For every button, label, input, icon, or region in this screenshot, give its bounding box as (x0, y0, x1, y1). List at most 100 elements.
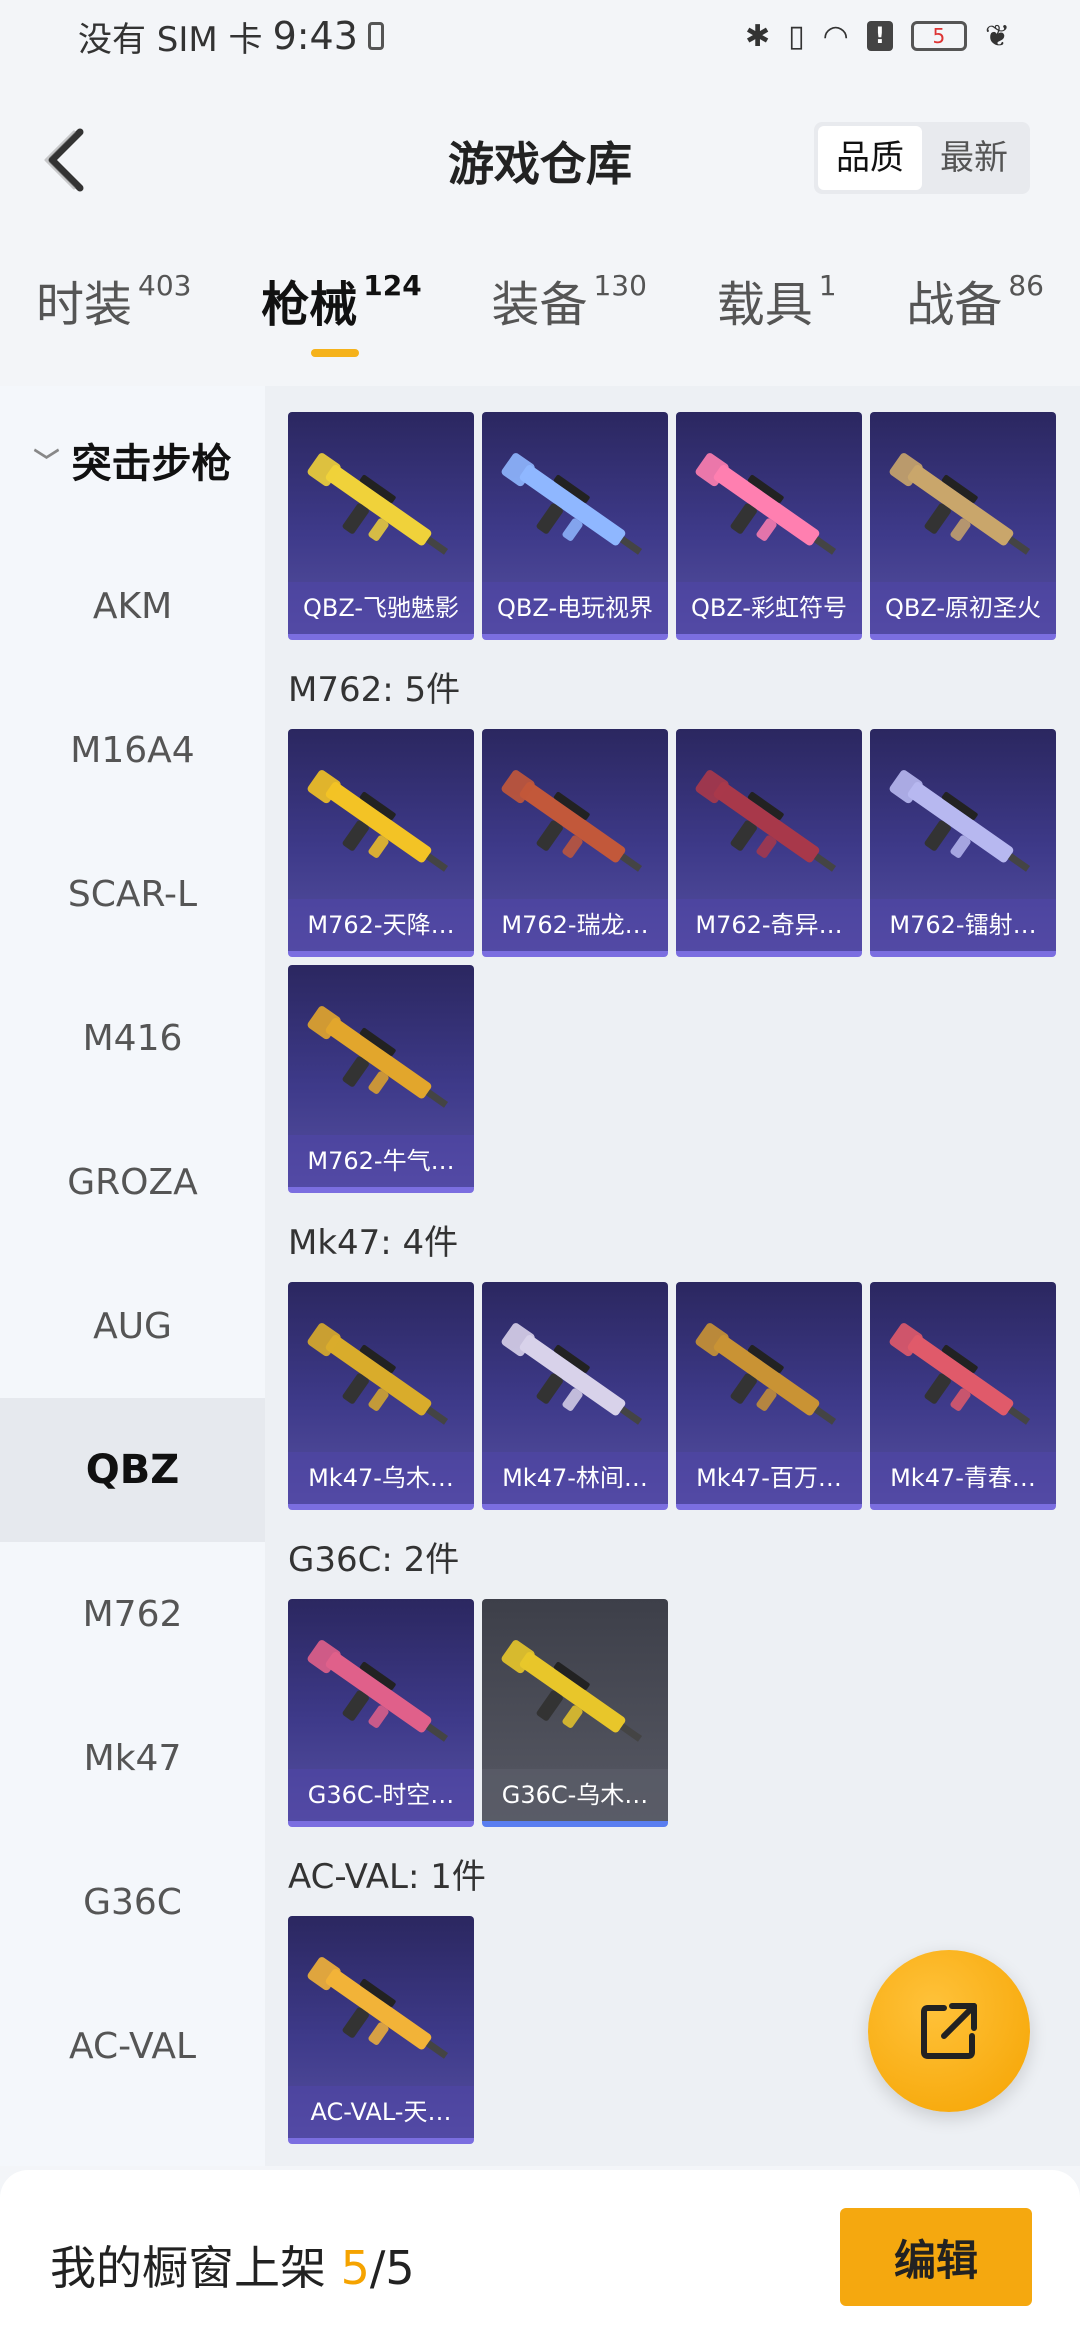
weapon-skin-label: Mk47-林间… (482, 1452, 668, 1504)
tab-label: 载具 (716, 277, 813, 333)
sidebar-item-ac-val[interactable]: AC-VAL (0, 1974, 265, 2118)
phone-icon (367, 22, 384, 50)
sort-latest-button[interactable]: 最新 (922, 126, 1026, 190)
gun-icon (501, 1323, 643, 1425)
status-left: 没有 SIM 卡 9:43 (78, 12, 384, 61)
weapon-skin-label: QBZ-电玩视界 (482, 582, 668, 634)
gun-icon (501, 453, 643, 555)
weapon-skin-label: G36C-乌木… (482, 1769, 668, 1821)
sidebar-item-m16a4[interactable]: M16A4 (0, 678, 265, 822)
tab-supplies[interactable]: 战备 86 (906, 265, 1044, 365)
tab-label: 时装 (36, 277, 133, 333)
weapon-skin-label: M762-瑞龙… (482, 899, 668, 951)
gun-icon (307, 1957, 449, 2059)
bluetooth-icon: ✱ (745, 18, 771, 54)
showcase-bar: 我的橱窗上架 5/5 编辑 (0, 2170, 1080, 2340)
vibrate-icon: ▯ (788, 18, 805, 54)
battery-icon: 5 (910, 21, 967, 51)
weapon-skin-label: QBZ-原初圣火 (870, 582, 1056, 634)
weapon-skin-card[interactable]: M762-奇异… (676, 729, 862, 957)
tab-vehicles[interactable]: 载具 1 (717, 265, 837, 365)
gun-icon (889, 1323, 1031, 1425)
weapon-skin-label: Mk47-百万… (676, 1452, 862, 1504)
weapon-grid: QBZ-飞驰魅影 QBZ-电玩视界 QBZ-彩虹符号 QBZ-原初圣火 (265, 412, 1080, 640)
sidebar-item-groza[interactable]: GROZA (0, 1110, 265, 1254)
sidebar-item-mk47[interactable]: Mk47 (0, 1686, 265, 1830)
gun-icon (695, 770, 837, 872)
showcase-info: 我的橱窗上架 5/5 (50, 2232, 415, 2298)
sidebar-item-g36c[interactable]: G36C (0, 1830, 265, 1974)
tab-count: 124 (363, 269, 422, 302)
weapon-skin-card[interactable]: QBZ-彩虹符号 (676, 412, 862, 640)
weapon-skin-card[interactable]: AC-VAL-天… (288, 1916, 474, 2144)
weapon-skin-card[interactable]: QBZ-电玩视界 (482, 412, 668, 640)
weapon-skin-card[interactable]: QBZ-原初圣火 (870, 412, 1056, 640)
weapon-skin-card[interactable]: M762-瑞龙… (482, 729, 668, 957)
share-button[interactable] (868, 1950, 1030, 2112)
section-title: M762: 5件 (288, 670, 461, 710)
category-tabs: 时装 403 枪械 124 装备 130 载具 1 战备 86 (0, 265, 1080, 365)
weapon-skin-card[interactable]: M762-镭射… (870, 729, 1056, 957)
weapon-skin-label: QBZ-飞驰魅影 (288, 582, 474, 634)
wifi-icon: ◠ (822, 18, 849, 54)
weapon-skin-card[interactable]: G36C-时空… (288, 1599, 474, 1827)
weapon-grid: M762-天降… M762-瑞龙… M762-奇异… M762-镭射… M762-牛气… (265, 729, 1080, 1193)
tab-equipment[interactable]: 装备 130 (491, 265, 646, 365)
tab-count: 1 (818, 269, 837, 302)
weapon-skin-label: Mk47-青春… (870, 1452, 1056, 1504)
alert-icon: ! (866, 21, 893, 51)
sidebar-item-qbz[interactable]: QBZ (0, 1398, 265, 1542)
tab-guns[interactable]: 枪械 124 (261, 265, 422, 365)
section-title: G36C: 2件 (288, 1540, 460, 1580)
gun-icon (889, 770, 1031, 872)
sort-quality-button[interactable]: 品质 (818, 126, 922, 190)
gun-icon (307, 1640, 449, 1742)
weapon-grid-area: QBZ-飞驰魅影 QBZ-电玩视界 QBZ-彩虹符号 QBZ-原初圣火 M762: 5件… (265, 386, 1080, 2166)
leaf-icon: ❦ (984, 18, 1010, 54)
sidebar-category-header[interactable]: ﹀ 突击步枪 (0, 386, 265, 534)
showcase-total-count: /5 (369, 2241, 415, 2295)
sidebar-item-scar-l[interactable]: SCAR-L (0, 822, 265, 966)
weapon-skin-card[interactable]: Mk47-百万… (676, 1282, 862, 1510)
sort-toggle: 品质 最新 (814, 122, 1030, 194)
status-right: ✱ ▯ ◠ ! 5 ❦ (745, 19, 1010, 54)
weapon-skin-label: M762-牛气… (288, 1135, 474, 1187)
tab-fashion[interactable]: 时装 403 (36, 265, 191, 365)
section-title: Mk47: 4件 (288, 1223, 459, 1263)
weapon-skin-label: M762-天降… (288, 899, 474, 951)
weapon-skin-card[interactable]: G36C-乌木… (482, 1599, 668, 1827)
section-title: AC-VAL: 1件 (288, 1857, 486, 1897)
gun-icon (695, 453, 837, 555)
sidebar-item-m416[interactable]: M416 (0, 966, 265, 1110)
weapon-skin-label: Mk47-乌木… (288, 1452, 474, 1504)
sidebar-item-m762[interactable]: M762 (0, 1542, 265, 1686)
gun-icon (307, 453, 449, 555)
showcase-current-count: 5 (340, 2241, 370, 2295)
weapon-skin-label: M762-镭射… (870, 899, 1056, 951)
weapon-skin-card[interactable]: Mk47-乌木… (288, 1282, 474, 1510)
tab-count: 86 (1008, 269, 1044, 302)
status-bar: 没有 SIM 卡 9:43 ✱ ▯ ◠ ! 5 ❦ (0, 0, 1080, 72)
weapon-sidebar: ﹀ 突击步枪 AKM M16A4 SCAR-L M416 GROZA AUG Q… (0, 386, 265, 2166)
showcase-label: 我的橱窗上架 (50, 2241, 326, 2295)
chevron-down-icon: ﹀ (33, 447, 60, 478)
tab-label: 枪械 (261, 277, 358, 333)
weapon-grid: Mk47-乌木… Mk47-林间… Mk47-百万… Mk47-青春… (265, 1282, 1080, 1510)
gun-icon (501, 770, 643, 872)
gun-icon (501, 1640, 643, 1742)
sidebar-item-akm[interactable]: AKM (0, 534, 265, 678)
sidebar-item-aug[interactable]: AUG (0, 1254, 265, 1398)
sidebar-category-label: 突击步枪 (71, 441, 232, 487)
weapon-skin-card[interactable]: Mk47-林间… (482, 1282, 668, 1510)
weapon-skin-card[interactable]: Mk47-青春… (870, 1282, 1056, 1510)
weapon-skin-card[interactable]: QBZ-飞驰魅影 (288, 412, 474, 640)
tab-count: 403 (138, 269, 192, 302)
weapon-sections: QBZ-飞驰魅影 QBZ-电玩视界 QBZ-彩虹符号 QBZ-原初圣火 M762: 5件… (265, 412, 1080, 2144)
clock: 9:43 (272, 14, 358, 58)
weapon-skin-card[interactable]: M762-牛气… (288, 965, 474, 1193)
gun-icon (307, 770, 449, 872)
weapon-skin-label: AC-VAL-天… (288, 2086, 474, 2138)
edit-button[interactable]: 编辑 (840, 2208, 1032, 2306)
share-icon (921, 2003, 977, 2059)
weapon-skin-card[interactable]: M762-天降… (288, 729, 474, 957)
